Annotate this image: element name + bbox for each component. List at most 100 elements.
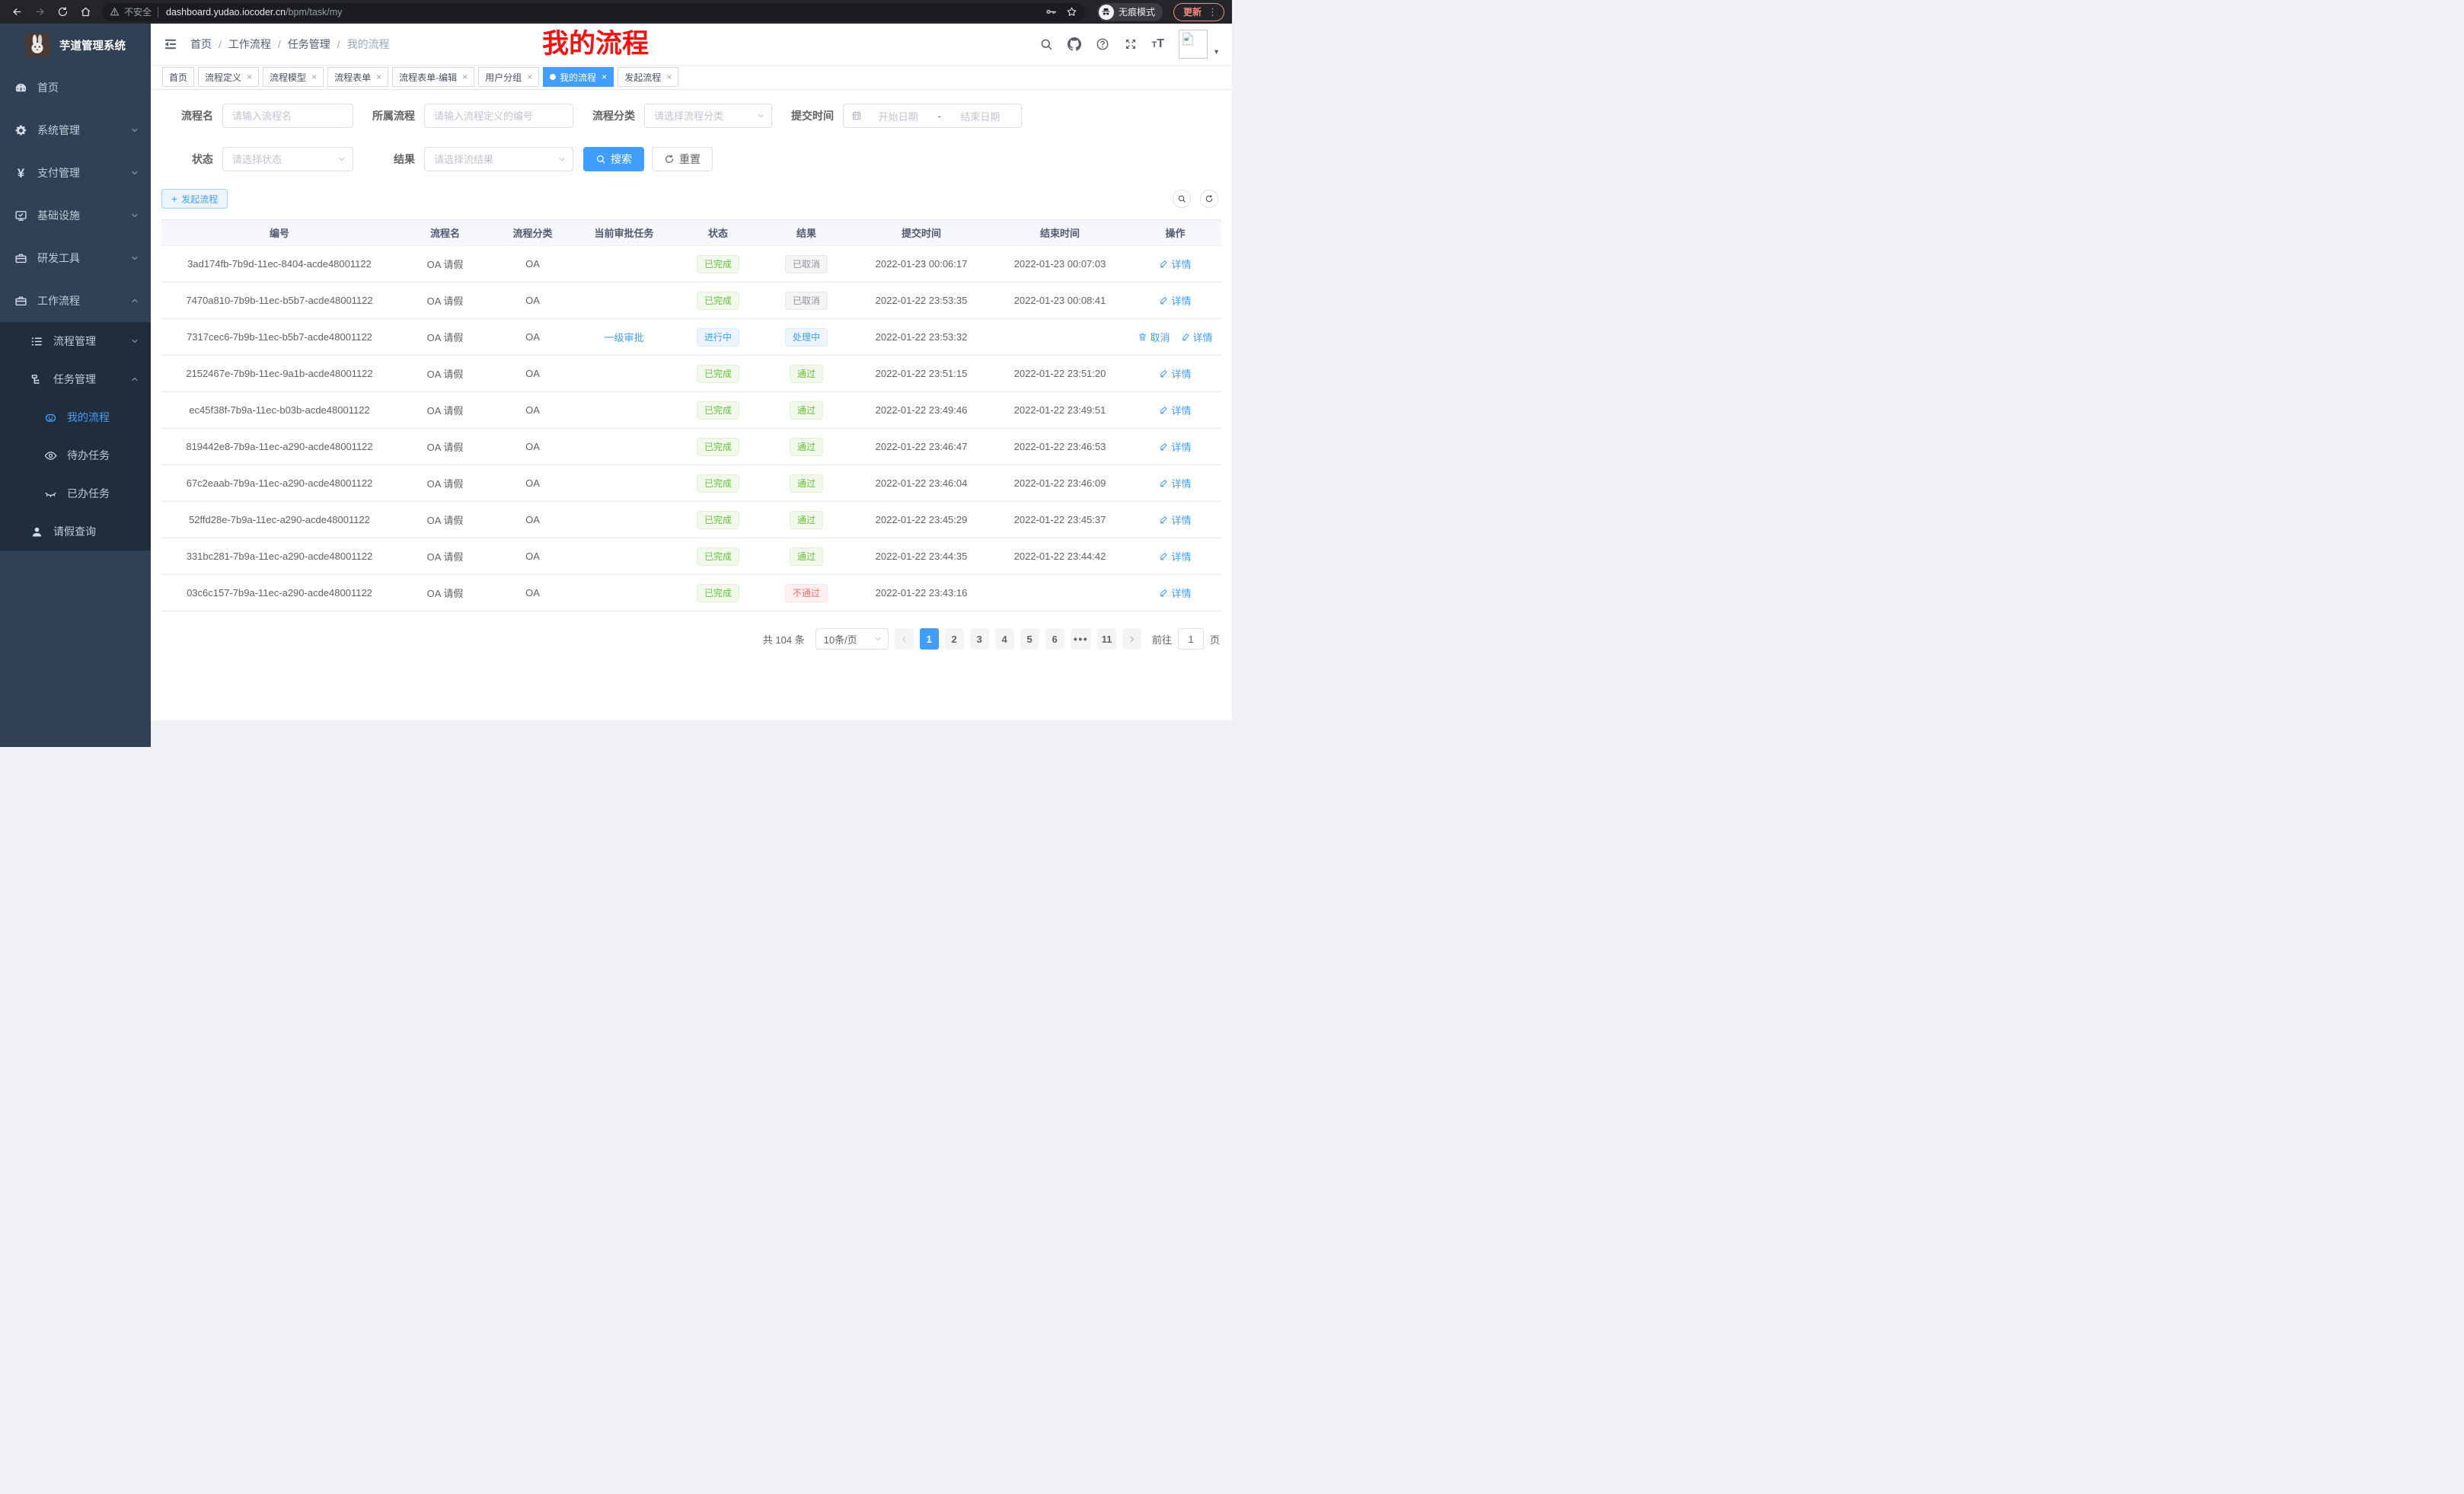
user-avatar-menu[interactable]: ▼ bbox=[1179, 30, 1220, 59]
sidebar-item-dev-tools[interactable]: 研发工具 bbox=[0, 237, 151, 279]
breadcrumb-item-task-mgmt[interactable]: 任务管理 bbox=[288, 37, 330, 52]
process-definition-input[interactable] bbox=[425, 104, 573, 127]
password-key-icon[interactable] bbox=[1045, 6, 1057, 18]
prev-page-button[interactable] bbox=[895, 628, 914, 650]
close-icon[interactable]: × bbox=[527, 72, 532, 81]
detail-action-link[interactable]: 详情 bbox=[1159, 366, 1191, 381]
tab-process-definition[interactable]: 流程定义× bbox=[198, 67, 259, 87]
page-button-2[interactable]: 2 bbox=[945, 628, 964, 650]
tab-process-model[interactable]: 流程模型× bbox=[263, 67, 324, 87]
page-button-1[interactable]: 1 bbox=[920, 628, 939, 650]
sidebar-item-my-process[interactable]: 我的流程 bbox=[0, 398, 151, 436]
start-process-button[interactable]: + 发起流程 bbox=[161, 189, 228, 209]
cell-id: 2152467e-7b9b-11ec-9a1b-acde48001122 bbox=[161, 356, 397, 392]
close-icon[interactable]: × bbox=[247, 72, 252, 81]
category-select[interactable] bbox=[645, 104, 771, 127]
detail-action-link[interactable]: 详情 bbox=[1159, 586, 1191, 600]
page-button-3[interactable]: 3 bbox=[970, 628, 989, 650]
sidebar-item-task-mgmt[interactable]: 任务管理 bbox=[0, 360, 151, 398]
cell-current-task bbox=[573, 283, 675, 319]
page-button-5[interactable]: 5 bbox=[1020, 628, 1039, 650]
reload-icon[interactable] bbox=[53, 3, 72, 21]
cell-end-time: 2022-01-22 23:51:20 bbox=[991, 356, 1129, 392]
tab-user-group[interactable]: 用户分组× bbox=[478, 67, 539, 87]
sidebar-item-todo-task[interactable]: 待办任务 bbox=[0, 436, 151, 474]
page-size-select[interactable]: 10条/页 bbox=[815, 628, 889, 650]
cell-process-name: OA 请假 bbox=[397, 538, 493, 575]
next-page-button[interactable] bbox=[1122, 628, 1141, 650]
detail-action-link[interactable]: 详情 bbox=[1159, 476, 1191, 490]
page-button-6[interactable]: 6 bbox=[1045, 628, 1064, 650]
fullscreen-icon[interactable] bbox=[1124, 37, 1138, 51]
close-icon[interactable]: × bbox=[666, 72, 672, 81]
detail-action-link[interactable]: 详情 bbox=[1181, 330, 1213, 344]
sidebar-item-workflow[interactable]: 工作流程 bbox=[0, 279, 151, 322]
detail-label: 详情 bbox=[1171, 549, 1191, 563]
detail-action-link[interactable]: 详情 bbox=[1159, 439, 1191, 454]
back-icon[interactable] bbox=[8, 3, 26, 21]
tab-start-process[interactable]: 发起流程× bbox=[618, 67, 678, 87]
show-search-button[interactable] bbox=[1173, 190, 1191, 208]
detail-action-link[interactable]: 详情 bbox=[1159, 512, 1191, 527]
date-range-picker[interactable]: 开始日期 - 结束日期 bbox=[843, 104, 1022, 128]
help-icon[interactable] bbox=[1096, 37, 1109, 51]
chevron-down-icon bbox=[130, 337, 139, 346]
start-date-placeholder[interactable]: 开始日期 bbox=[865, 109, 931, 123]
process-name-input[interactable] bbox=[223, 104, 353, 127]
home-icon[interactable] bbox=[76, 3, 94, 21]
reset-button[interactable]: 重置 bbox=[652, 147, 713, 171]
result-select[interactable] bbox=[425, 148, 573, 171]
tab-my-process[interactable]: 我的流程× bbox=[543, 67, 614, 87]
goto-page-input[interactable] bbox=[1178, 628, 1204, 650]
col-submit-time: 提交时间 bbox=[852, 220, 991, 246]
cell-status: 已完成 bbox=[675, 283, 761, 319]
cancel-action-link[interactable]: 取消 bbox=[1138, 330, 1170, 344]
detail-action-link[interactable]: 详情 bbox=[1159, 293, 1191, 308]
detail-action-link[interactable]: 详情 bbox=[1159, 549, 1191, 563]
toolbox-icon bbox=[14, 252, 27, 265]
sidebar-item-home[interactable]: 首页 bbox=[0, 66, 151, 109]
breadcrumb-item-workflow[interactable]: 工作流程 bbox=[228, 37, 271, 52]
search-button[interactable]: 搜索 bbox=[583, 147, 644, 171]
sidebar-collapse-icon[interactable] bbox=[163, 37, 178, 52]
browser-menu-icon[interactable]: ⋮ bbox=[1208, 7, 1218, 17]
cell-actions: 详情 bbox=[1129, 283, 1221, 319]
tab-home[interactable]: 首页 bbox=[162, 67, 194, 87]
cell-status: 已完成 bbox=[675, 502, 761, 538]
close-icon[interactable]: × bbox=[602, 72, 607, 81]
sidebar-item-leave-query[interactable]: 请假查询 bbox=[0, 512, 151, 551]
search-icon[interactable] bbox=[1039, 37, 1053, 51]
font-size-icon[interactable]: TT bbox=[1152, 37, 1165, 51]
close-icon[interactable]: × bbox=[376, 72, 381, 81]
refresh-table-button[interactable] bbox=[1200, 190, 1218, 208]
close-icon[interactable]: × bbox=[462, 72, 468, 81]
sidebar-item-process-mgmt[interactable]: 流程管理 bbox=[0, 322, 151, 360]
sidebar-item-label: 我的流程 bbox=[67, 410, 110, 425]
cell-process-name: OA 请假 bbox=[397, 356, 493, 392]
status-tag: 已完成 bbox=[697, 438, 739, 456]
current-task-link[interactable]: 一级审批 bbox=[604, 332, 643, 343]
github-icon[interactable] bbox=[1068, 37, 1081, 51]
logo[interactable]: 芋道管理系统 bbox=[0, 24, 151, 66]
sidebar-item-infrastructure[interactable]: 基础设施 bbox=[0, 194, 151, 237]
pager-more-button[interactable]: ●●● bbox=[1071, 628, 1091, 650]
tab-process-form-edit[interactable]: 流程表单-编辑× bbox=[392, 67, 474, 87]
status-select[interactable] bbox=[223, 148, 353, 171]
address-bar[interactable]: 不安全 dashboard.yudao.iocoder.cn/bpm/task/… bbox=[102, 3, 1085, 21]
bookmark-star-icon[interactable] bbox=[1066, 6, 1077, 18]
browser-update-button[interactable]: 更新 ⋮ bbox=[1173, 3, 1224, 21]
sidebar-item-payment[interactable]: ¥支付管理 bbox=[0, 152, 151, 194]
breadcrumb-item-home[interactable]: 首页 bbox=[190, 37, 212, 52]
detail-action-link[interactable]: 详情 bbox=[1159, 257, 1191, 271]
sidebar-item-label: 研发工具 bbox=[37, 251, 80, 266]
page-button-4[interactable]: 4 bbox=[995, 628, 1014, 650]
detail-action-link[interactable]: 详情 bbox=[1159, 403, 1191, 417]
sidebar-item-system[interactable]: 系统管理 bbox=[0, 109, 151, 152]
forward-icon[interactable] bbox=[30, 3, 49, 21]
tab-process-form[interactable]: 流程表单× bbox=[327, 67, 388, 87]
end-date-placeholder[interactable]: 结束日期 bbox=[947, 109, 1013, 123]
cell-status: 已完成 bbox=[675, 575, 761, 611]
page-button-11[interactable]: 11 bbox=[1097, 628, 1116, 650]
close-icon[interactable]: × bbox=[311, 72, 317, 81]
sidebar-item-done-task[interactable]: 已办任务 bbox=[0, 474, 151, 512]
